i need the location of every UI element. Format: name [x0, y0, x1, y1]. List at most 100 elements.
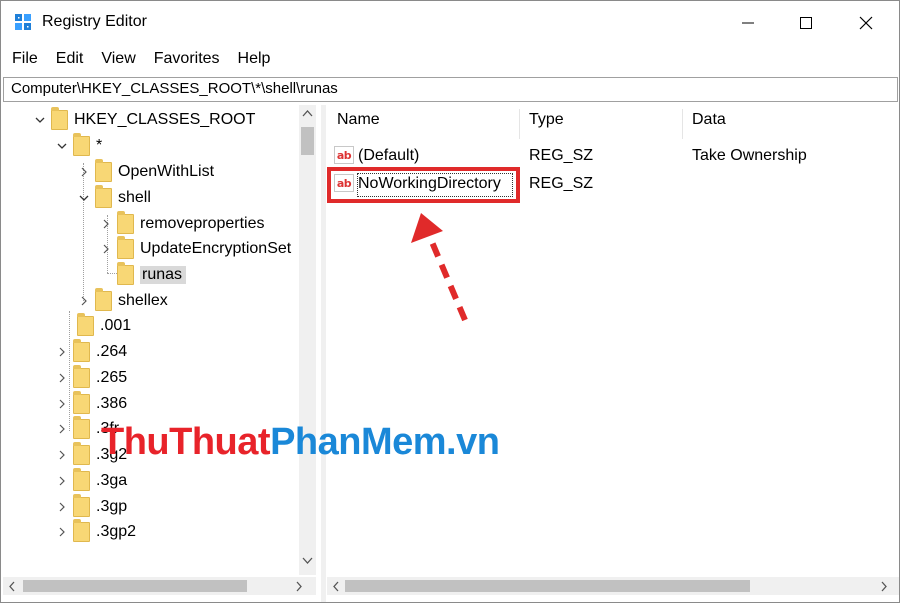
- scroll-right-icon[interactable]: [880, 581, 888, 592]
- string-value-icon: ab: [334, 146, 354, 164]
- chevron-right-icon[interactable]: [99, 211, 113, 237]
- chevron-right-icon[interactable]: [55, 468, 69, 494]
- tree-item-label: .3gp: [96, 498, 128, 515]
- tree-item[interactable]: removeproperties: [99, 211, 265, 237]
- maximize-icon: [800, 17, 812, 29]
- tree-item[interactable]: .265: [55, 365, 127, 391]
- tree-item[interactable]: *: [55, 133, 102, 159]
- pane-splitter[interactable]: [321, 105, 326, 602]
- chevron-right-icon[interactable]: [99, 236, 113, 262]
- folder-icon: [73, 339, 90, 362]
- folder-icon: [73, 468, 90, 491]
- tree-item-label: removeproperties: [140, 215, 265, 232]
- folder-icon: [73, 416, 90, 439]
- tree-item[interactable]: .001: [77, 313, 131, 339]
- chevron-down-icon[interactable]: [33, 107, 47, 133]
- folder-icon: [73, 442, 90, 465]
- close-button[interactable]: [837, 1, 895, 45]
- chevron-right-icon[interactable]: [55, 391, 69, 417]
- scrollbar-thumb[interactable]: [345, 580, 750, 592]
- tree-item[interactable]: UpdateEncryptionSet: [99, 236, 291, 262]
- folder-icon: [117, 262, 134, 285]
- tree-item-label: UpdateEncryptionSet: [140, 240, 292, 257]
- value-row[interactable]: ab (Default) REG_SZ Take Ownership: [327, 143, 899, 169]
- tree-item-label: .3gp2: [96, 523, 137, 540]
- scrollbar-thumb[interactable]: [301, 127, 314, 155]
- chevron-right-icon[interactable]: [55, 494, 69, 520]
- tree-item[interactable]: shell: [77, 185, 151, 211]
- tree-item-label: .386: [96, 395, 128, 412]
- folder-icon: [117, 211, 134, 234]
- folder-icon: [73, 391, 90, 414]
- menu-favorites[interactable]: Favorites: [144, 47, 228, 73]
- folder-icon: [73, 519, 90, 542]
- annotation-arrow: [411, 213, 468, 322]
- scrollbar-thumb[interactable]: [23, 580, 247, 592]
- menu-edit[interactable]: Edit: [46, 47, 92, 73]
- folder-icon: [117, 236, 134, 259]
- title-bar[interactable]: Registry Editor: [1, 1, 899, 45]
- watermark-part: PhanMem: [270, 421, 447, 463]
- chevron-right-icon[interactable]: [77, 288, 91, 314]
- tree-item-label: .3ga: [96, 472, 128, 489]
- watermark-part: ThuThuat: [101, 421, 271, 463]
- tree-item-selected[interactable]: runas: [117, 262, 187, 288]
- chevron-right-icon[interactable]: [55, 365, 69, 391]
- folder-icon: [95, 288, 112, 311]
- chevron-right-icon[interactable]: [55, 442, 69, 468]
- tree-vertical-scrollbar[interactable]: [299, 105, 316, 575]
- tree-item-label: .001: [100, 317, 132, 334]
- tree-pane[interactable]: HKEY_CLASSES_ROOT * OpenWithList shell r…: [3, 105, 321, 602]
- chevron-down-icon[interactable]: [55, 133, 69, 159]
- watermark-part: .vn: [446, 421, 500, 463]
- column-divider[interactable]: [682, 109, 683, 139]
- maximize-button[interactable]: [777, 1, 835, 45]
- scroll-right-icon[interactable]: [295, 581, 303, 592]
- chevron-right-icon[interactable]: [55, 416, 69, 442]
- address-bar[interactable]: Computer\HKEY_CLASSES_ROOT\*\shell\runas: [3, 77, 898, 102]
- column-header-name[interactable]: Name: [337, 111, 380, 129]
- tree-item[interactable]: .386: [55, 391, 127, 417]
- chevron-right-icon[interactable]: [55, 519, 69, 545]
- scroll-up-icon[interactable]: [302, 109, 313, 117]
- folder-icon: [95, 159, 112, 182]
- column-header-type[interactable]: Type: [529, 111, 564, 129]
- tree-item[interactable]: .3ga: [55, 468, 127, 494]
- minimize-icon: [742, 22, 754, 24]
- chevron-right-icon[interactable]: [77, 159, 91, 185]
- chevron-down-icon[interactable]: [77, 185, 91, 211]
- menu-bar: File Edit View Favorites Help: [1, 47, 278, 73]
- watermark: ThuThuatPhanMem.vn: [101, 421, 500, 464]
- tree-horizontal-scrollbar[interactable]: [3, 577, 316, 595]
- value-name: (Default): [358, 147, 420, 164]
- column-divider[interactable]: [519, 109, 520, 139]
- tree-item[interactable]: .3gp2: [55, 519, 136, 545]
- tree-item[interactable]: .3gp: [55, 494, 127, 520]
- scroll-down-icon[interactable]: [302, 557, 313, 565]
- tree-item-label: shellex: [118, 292, 168, 309]
- menu-help[interactable]: Help: [228, 47, 279, 73]
- menu-file[interactable]: File: [1, 47, 46, 73]
- scroll-left-icon[interactable]: [332, 581, 340, 592]
- value-type: REG_SZ: [529, 175, 594, 192]
- column-header-data[interactable]: Data: [692, 111, 726, 129]
- menu-view[interactable]: View: [91, 47, 143, 73]
- value-data: Take Ownership: [692, 147, 807, 164]
- window-title: Registry Editor: [42, 13, 147, 30]
- tree-item-label: .265: [96, 369, 128, 386]
- tree-item-label: .264: [96, 343, 128, 360]
- chevron-right-icon[interactable]: [55, 339, 69, 365]
- scroll-left-icon[interactable]: [8, 581, 16, 592]
- list-horizontal-scrollbar[interactable]: [327, 577, 899, 595]
- values-list-pane[interactable]: Name Type Data ab (Default) REG_SZ Take …: [327, 105, 899, 602]
- value-type: REG_SZ: [529, 147, 594, 164]
- registry-editor-window: Registry Editor File Edit View Favorites…: [0, 0, 900, 603]
- registry-app-icon: [15, 14, 31, 30]
- tree-item[interactable]: .264: [55, 339, 127, 365]
- folder-icon: [77, 313, 94, 336]
- minimize-button[interactable]: [719, 1, 777, 45]
- tree-item-label: OpenWithList: [118, 163, 215, 180]
- tree-item[interactable]: shellex: [77, 288, 168, 314]
- tree-item[interactable]: OpenWithList: [77, 159, 214, 185]
- tree-item[interactable]: HKEY_CLASSES_ROOT: [33, 107, 255, 133]
